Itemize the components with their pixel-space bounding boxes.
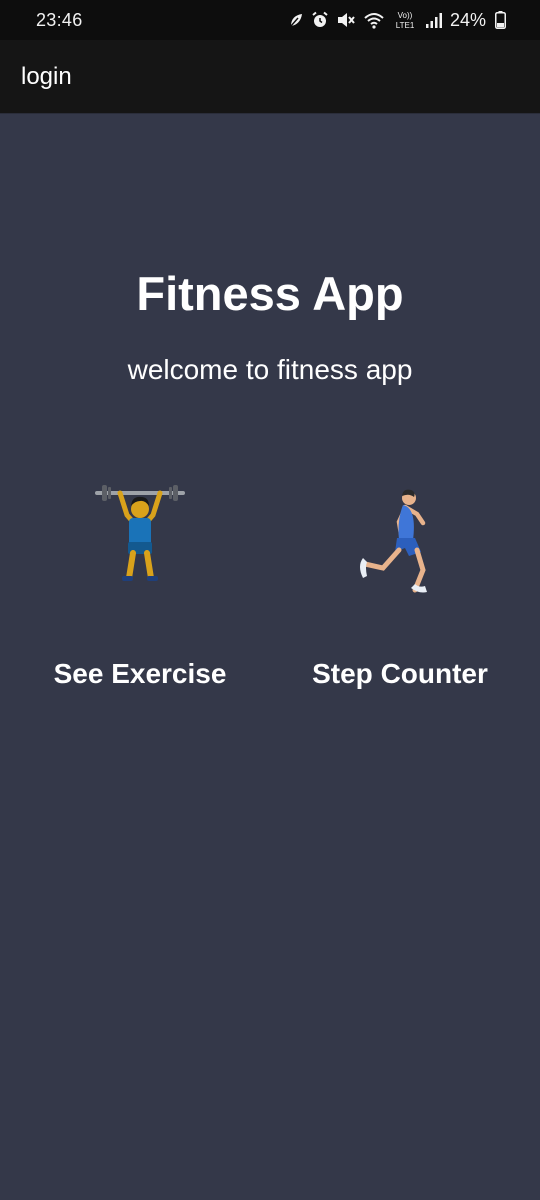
leaf-icon <box>290 14 302 27</box>
main-content: Fitness App welcome to fitness app See E… <box>0 114 540 1200</box>
page-subtitle: welcome to fitness app <box>127 354 413 385</box>
battery-icon <box>495 11 506 29</box>
runner-icon <box>360 489 427 593</box>
status-time: 23:46 <box>36 9 83 30</box>
page-title: Fitness App <box>136 267 404 320</box>
status-bar: 23:46 Vo)) LTE1 24% <box>0 0 540 40</box>
volte-bottom-text: LTE1 <box>396 21 415 30</box>
wifi-icon <box>364 13 384 29</box>
app-bar-title: login <box>21 62 72 90</box>
volte-top-text: Vo)) <box>398 11 413 20</box>
mute-icon <box>337 13 355 27</box>
see-exercise-button[interactable]: See Exercise <box>30 482 250 702</box>
app-bar: login <box>0 40 540 114</box>
signal-icon <box>425 13 442 28</box>
see-exercise-label: See Exercise <box>53 658 227 689</box>
step-counter-label: Step Counter <box>312 658 488 689</box>
step-counter-button[interactable]: Step Counter <box>290 482 510 702</box>
alarm-icon <box>312 11 328 27</box>
weightlifter-icon <box>95 485 185 581</box>
volte-icon: Vo)) LTE1 <box>396 11 415 30</box>
battery-percent: 24% <box>449 9 486 30</box>
status-icons: Vo)) LTE1 24% <box>288 10 506 31</box>
